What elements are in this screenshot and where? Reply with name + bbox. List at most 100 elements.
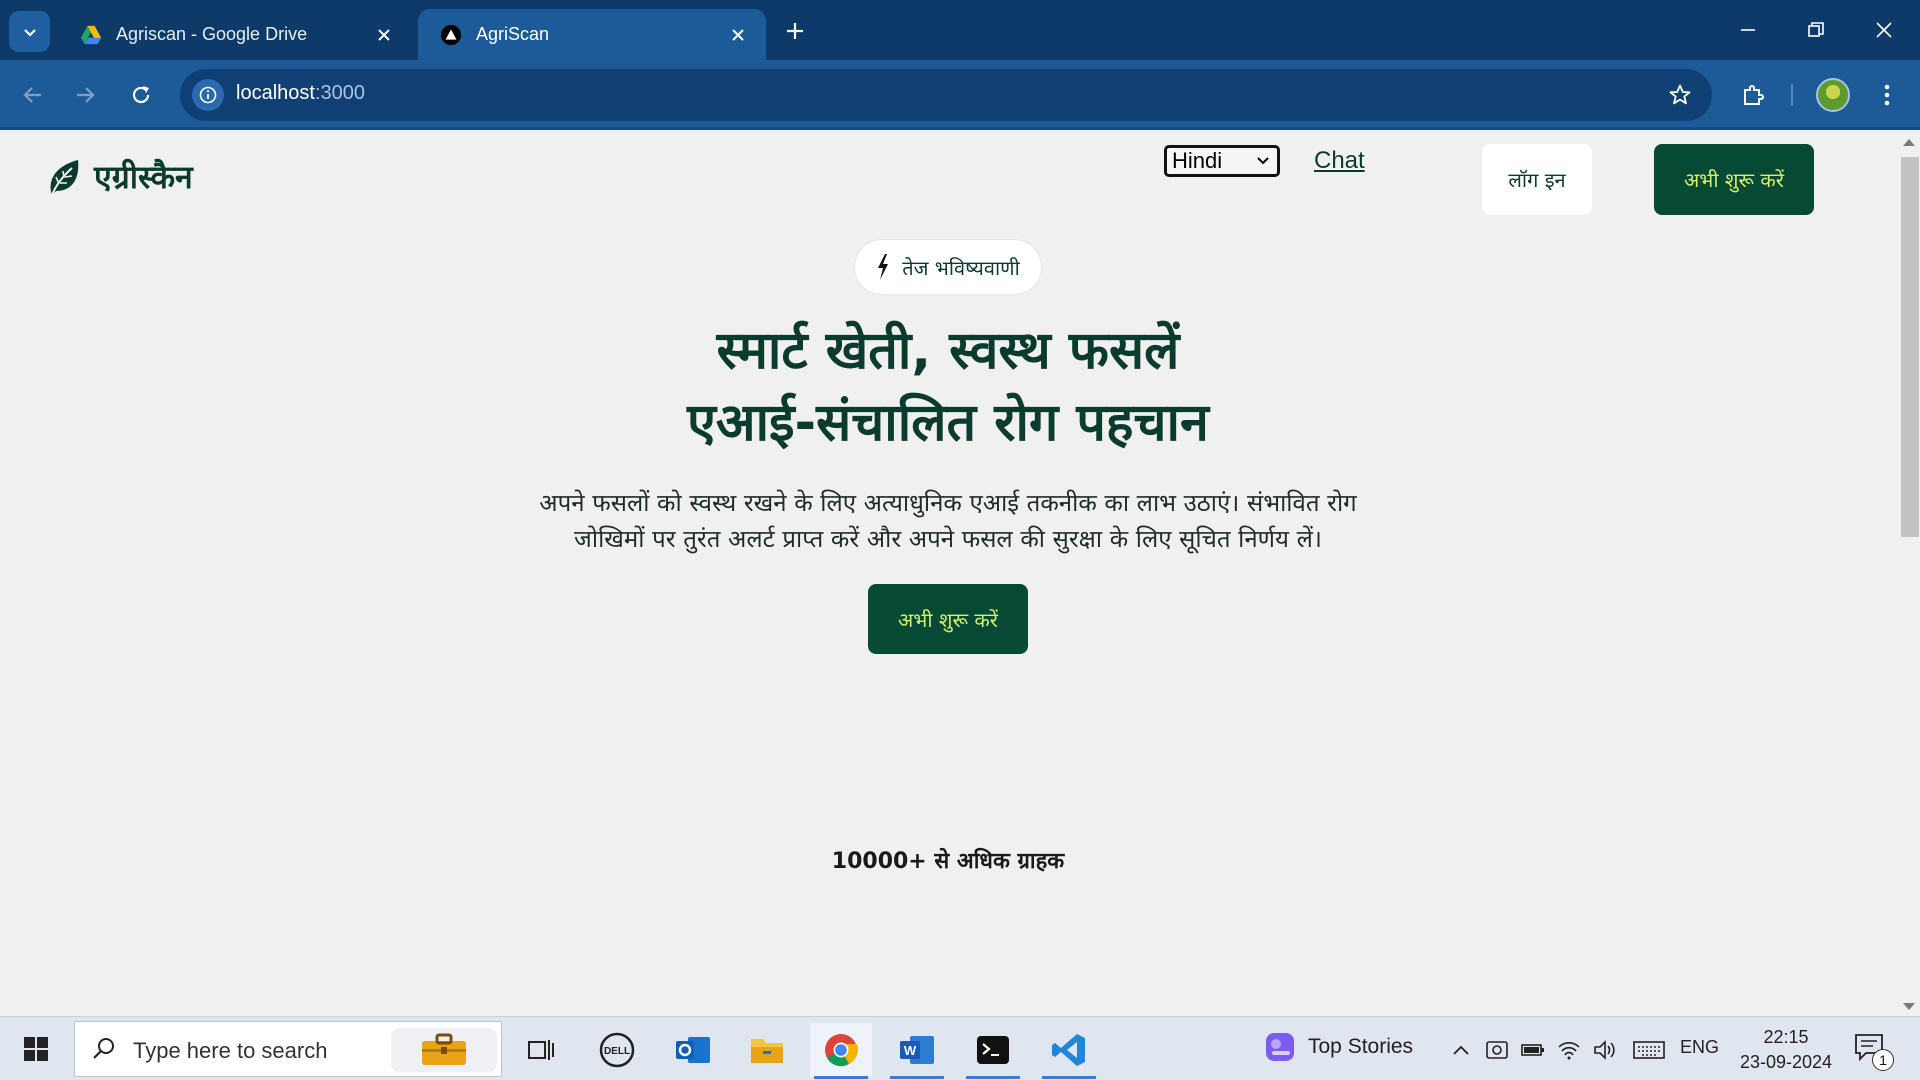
chevron-up-icon [1453, 1045, 1469, 1055]
battery-icon [1521, 1044, 1544, 1056]
search-highlight[interactable] [391, 1028, 497, 1072]
lightning-bolt-icon [878, 254, 889, 280]
google-drive-icon [80, 25, 102, 44]
wifi-icon [1558, 1042, 1580, 1060]
close-icon [1876, 22, 1892, 38]
outlook-icon [676, 1037, 710, 1063]
close-window-button[interactable] [1862, 10, 1906, 50]
page-scrollbar[interactable] [1896, 133, 1920, 1016]
arrow-right-icon [77, 87, 95, 103]
svg-text:DELL: DELL [604, 1046, 630, 1057]
windows-logo-icon [24, 1037, 48, 1061]
address-bar[interactable]: localhost:3000 [180, 69, 1712, 121]
taskbar-file-explorer[interactable] [736, 1023, 798, 1077]
chevron-down-icon [1257, 157, 1269, 165]
leaf-icon [50, 159, 79, 195]
language-select[interactable]: Hindi [1164, 145, 1280, 177]
search-placeholder: Type here to search [133, 1038, 328, 1063]
vercel-triangle-icon [440, 24, 462, 45]
url-text: localhost:3000 [236, 82, 365, 105]
hero-subtitle-line-2: जोखिमों पर तुरंत अलर्ट प्राप्त करें और अ… [574, 525, 1322, 553]
url-port: :3000 [314, 82, 365, 104]
folder-icon [751, 1039, 783, 1063]
hero-title: स्मार्ट खेती, स्वस्थ फसलें एआई-संचालित र… [460, 315, 1436, 459]
sync-icon [1486, 1041, 1508, 1059]
taskbar-dell[interactable]: DELL [586, 1023, 648, 1077]
restore-icon [1808, 22, 1824, 37]
taskbar-vscode[interactable] [1038, 1023, 1100, 1079]
taskbar-chrome[interactable] [810, 1023, 872, 1079]
tab-title: Agriscan - Google Drive [116, 24, 308, 44]
tray-overflow-chevron[interactable] [1448, 1037, 1474, 1063]
tab-search-button[interactable] [9, 11, 50, 52]
nav-chat-link[interactable]: Chat [1314, 147, 1365, 175]
hero-start-now-button[interactable]: अभी शुरू करें [868, 584, 1028, 654]
minimize-icon [1741, 29, 1755, 31]
tray-wifi[interactable] [1556, 1037, 1582, 1063]
taskbar-outlook[interactable] [662, 1023, 724, 1077]
tray-volume[interactable] [1592, 1037, 1618, 1063]
start-button[interactable] [14, 1031, 58, 1067]
close-icon[interactable] [374, 25, 394, 45]
scroll-up-arrow[interactable] [1903, 139, 1915, 146]
hero-title-line-1: स्मार्ट खेती, स्वस्थ फसलें [716, 321, 1180, 381]
tray-language[interactable]: ENG [1680, 1037, 1719, 1058]
minimize-button[interactable] [1726, 10, 1770, 50]
dell-icon: DELL [599, 1032, 635, 1068]
site-info-icon[interactable] [192, 79, 224, 111]
login-button[interactable]: लॉग इन [1482, 144, 1592, 215]
word-icon: W [900, 1036, 934, 1064]
news-widget[interactable]: Top Stories [1262, 1029, 1413, 1065]
puzzle-icon [1744, 85, 1764, 105]
reload-button[interactable] [122, 76, 160, 114]
url-host: localhost [236, 82, 315, 104]
svg-text:W: W [904, 1043, 917, 1058]
taskbar-word[interactable]: W [886, 1023, 948, 1079]
clock-time: 22:15 [1763, 1027, 1809, 1047]
task-view-icon [528, 1040, 554, 1060]
hero-title-line-2: एआई-संचालित रोग पहचान [687, 393, 1209, 453]
forward-button[interactable] [66, 76, 104, 114]
news-icon [1266, 1033, 1294, 1061]
vscode-icon [1052, 1034, 1085, 1066]
tab-agriscan[interactable]: AgriScan [418, 9, 766, 60]
site-logo[interactable]: एग्रीस्कैन [46, 155, 193, 198]
notification-count: 1 [1872, 1049, 1894, 1071]
tray-sync[interactable] [1484, 1037, 1510, 1063]
tray-battery[interactable] [1520, 1037, 1546, 1063]
logo-text: एग्रीस्कैन [94, 158, 193, 196]
fast-prediction-badge: तेज भविष्यवाणी [855, 240, 1041, 294]
news-label: Top Stories [1308, 1035, 1414, 1058]
scroll-down-arrow[interactable] [1903, 1003, 1915, 1010]
bookmark-star-icon[interactable] [1666, 81, 1694, 109]
extensions-button[interactable] [1734, 76, 1772, 114]
new-tab-button[interactable] [778, 14, 812, 48]
badge-text: तेज भविष्यवाणी [902, 255, 1020, 280]
task-view-button[interactable] [510, 1023, 572, 1077]
profile-avatar[interactable] [1816, 78, 1850, 112]
reload-icon [132, 86, 150, 104]
keyboard-icon [1633, 1041, 1665, 1059]
tab-google-drive[interactable]: Agriscan - Google Drive [58, 9, 412, 60]
clock-date: 23-09-2024 [1739, 1052, 1833, 1072]
arrow-left-icon [23, 87, 41, 103]
notification-center-button[interactable]: 1 [1854, 1033, 1894, 1071]
customers-count: 10000+ से अधिक ग्राहक [831, 849, 1065, 874]
scroll-thumb[interactable] [1901, 157, 1919, 537]
volume-icon [1594, 1040, 1615, 1060]
tray-keyboard[interactable] [1632, 1037, 1666, 1063]
toolbar-separator [1791, 84, 1793, 106]
taskbar-clock[interactable]: 22:15 23-09-2024 [1734, 1025, 1838, 1075]
language-selected: Hindi [1172, 148, 1223, 173]
hero-subtitle: अपने फसलों को स्वस्थ रखने के लिए अत्याधु… [480, 485, 1416, 557]
start-now-button[interactable]: अभी शुरू करें [1654, 144, 1814, 215]
restore-button[interactable] [1794, 10, 1838, 50]
chrome-icon [825, 1034, 859, 1067]
kebab-menu-icon [1884, 84, 1890, 106]
close-icon[interactable] [728, 25, 748, 45]
browser-menu-button[interactable] [1868, 76, 1906, 114]
taskbar-terminal[interactable] [962, 1023, 1024, 1079]
back-button[interactable] [14, 76, 52, 114]
tab-title: AgriScan [476, 24, 550, 44]
taskbar-search[interactable]: Type here to search [74, 1021, 502, 1077]
